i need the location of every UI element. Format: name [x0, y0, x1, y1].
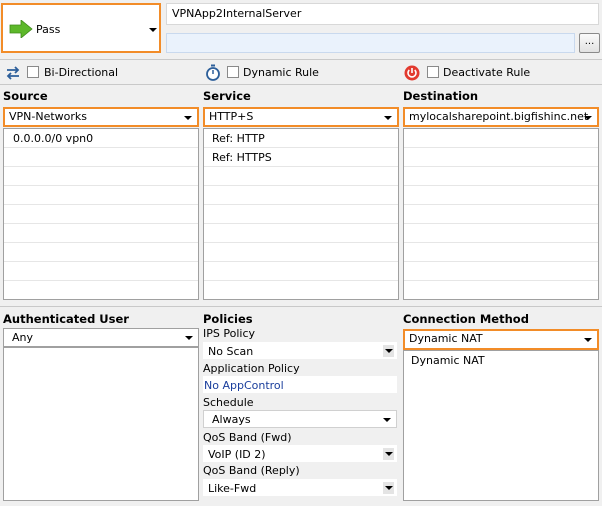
ellipsis-button[interactable]: ... — [579, 33, 600, 53]
qos-reply-value: Like-Fwd — [208, 482, 257, 495]
list-item — [204, 167, 398, 186]
list-item — [4, 262, 198, 281]
list-item — [4, 205, 198, 224]
authenticated-user-selected: Any — [12, 331, 34, 344]
green-arrow-right-icon — [9, 20, 33, 38]
connection-method-select[interactable]: Dynamic NAT — [403, 329, 599, 350]
service-select[interactable]: HTTP+S — [203, 107, 399, 127]
list-item — [404, 262, 598, 281]
list-item — [4, 281, 198, 299]
chevron-down-icon — [384, 116, 392, 120]
connection-method-selected: Dynamic NAT — [409, 332, 483, 345]
chevron-down-icon — [383, 482, 394, 494]
qos-fwd-select[interactable]: VoIP (ID 2) — [203, 445, 397, 462]
qos-reply-select[interactable]: Like-Fwd — [203, 479, 397, 496]
power-icon — [404, 65, 420, 81]
bidirectional-checkbox[interactable] — [27, 66, 39, 78]
ips-policy-label: IPS Policy — [203, 327, 255, 340]
authenticated-user-select[interactable]: Any — [3, 328, 199, 347]
list-item — [404, 243, 598, 262]
policies-title: Policies — [203, 312, 253, 326]
application-policy-link[interactable]: No AppControl — [203, 376, 397, 393]
source-list[interactable]: 0.0.0.0/0 vpn0 — [3, 128, 199, 300]
list-item — [204, 186, 398, 205]
chevron-down-icon — [383, 448, 394, 460]
chevron-down-icon — [149, 28, 157, 32]
action-label: Pass — [36, 23, 61, 36]
destination-select[interactable]: mylocalsharepoint.bigfishinc.net — [403, 107, 599, 127]
schedule-label: Schedule — [203, 396, 254, 409]
bidirectional-label: Bi-Directional — [44, 66, 119, 79]
list-item — [404, 224, 598, 243]
list-item[interactable]: 0.0.0.0/0 vpn0 — [4, 129, 198, 148]
qos-fwd-value: VoIP (ID 2) — [208, 448, 266, 461]
list-item — [404, 205, 598, 224]
divider — [0, 306, 602, 307]
list-item — [404, 281, 598, 299]
action-select[interactable]: Pass — [1, 3, 161, 53]
chevron-down-icon — [185, 336, 193, 340]
list-item — [4, 167, 198, 186]
list-item[interactable]: Dynamic NAT — [404, 351, 598, 370]
chevron-down-icon — [383, 345, 394, 357]
list-item — [404, 167, 598, 186]
authenticated-user-title: Authenticated User — [3, 312, 129, 326]
source-title: Source — [3, 89, 48, 103]
chevron-down-icon — [184, 116, 192, 120]
list-item — [404, 186, 598, 205]
divider — [0, 59, 602, 60]
schedule-value: Always — [212, 413, 251, 426]
destination-list[interactable] — [403, 128, 599, 300]
list-item — [204, 205, 398, 224]
dynamic-rule-label: Dynamic Rule — [243, 66, 319, 79]
list-item — [4, 186, 198, 205]
list-item — [204, 281, 398, 299]
service-list[interactable]: Ref: HTTP Ref: HTTPS — [203, 128, 399, 300]
list-item — [4, 243, 198, 262]
ips-policy-select[interactable]: No Scan — [203, 342, 397, 359]
chevron-down-icon — [584, 338, 592, 342]
list-item[interactable]: Ref: HTTP — [204, 129, 398, 148]
qos-fwd-label: QoS Band (Fwd) — [203, 431, 292, 444]
deactivate-rule-label: Deactivate Rule — [443, 66, 531, 79]
divider — [0, 84, 602, 85]
list-item — [4, 224, 198, 243]
dynamic-rule-checkbox[interactable] — [227, 66, 239, 78]
destination-title: Destination — [403, 89, 479, 103]
list-item[interactable]: Ref: HTTPS — [204, 148, 398, 167]
service-title: Service — [203, 89, 251, 103]
authenticated-user-list[interactable] — [3, 347, 199, 501]
chevron-down-icon — [383, 418, 391, 422]
ips-policy-value: No Scan — [208, 345, 254, 358]
list-item — [204, 243, 398, 262]
list-item — [4, 148, 198, 167]
application-policy-label: Application Policy — [203, 362, 300, 375]
bidirectional-arrows-icon — [6, 66, 20, 80]
qos-reply-label: QoS Band (Reply) — [203, 464, 300, 477]
application-policy-value[interactable]: No AppControl — [204, 379, 284, 392]
service-selected: HTTP+S — [209, 110, 254, 123]
connection-method-title: Connection Method — [403, 312, 529, 326]
stopwatch-icon — [206, 64, 220, 81]
list-item — [404, 148, 598, 167]
comment-input[interactable] — [166, 33, 575, 53]
source-select[interactable]: VPN-Networks — [3, 107, 199, 127]
destination-selected: mylocalsharepoint.bigfishinc.net — [409, 110, 589, 123]
rule-name-input[interactable]: VPNApp2InternalServer — [166, 3, 599, 25]
chevron-down-icon — [584, 116, 592, 120]
list-item — [404, 129, 598, 148]
schedule-select[interactable]: Always — [203, 410, 397, 428]
list-item — [204, 224, 398, 243]
connection-method-list[interactable]: Dynamic NAT — [403, 350, 599, 501]
list-item — [204, 262, 398, 281]
deactivate-rule-checkbox[interactable] — [427, 66, 439, 78]
source-selected: VPN-Networks — [9, 110, 88, 123]
